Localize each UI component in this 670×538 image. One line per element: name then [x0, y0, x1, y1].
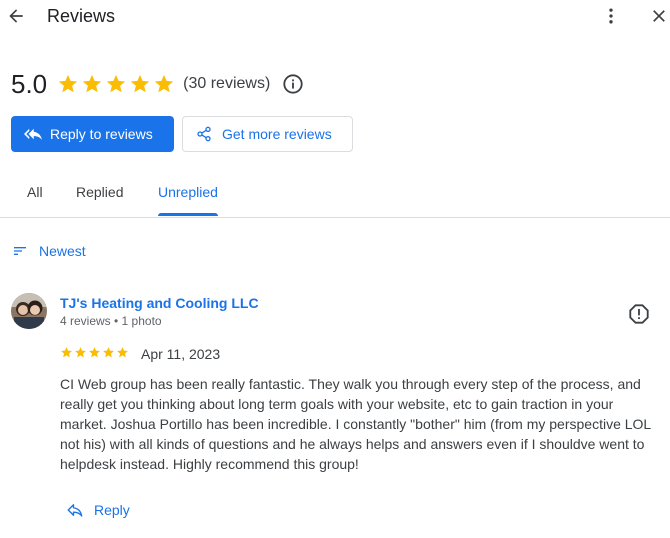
- reviews-panel: Reviews 5.0 (30 reviews) Reply to review…: [0, 0, 670, 538]
- page-title: Reviews: [47, 6, 116, 26]
- sort-label: Newest: [39, 243, 86, 259]
- close-icon: [649, 6, 669, 26]
- star-icon: [103, 347, 114, 358]
- reply-to-reviews-button[interactable]: Reply to reviews: [11, 116, 174, 152]
- reply-to-reviews-label: Reply to reviews: [50, 126, 153, 142]
- reviewer-meta: 4 reviews • 1 photo: [60, 314, 162, 328]
- get-more-reviews-label: Get more reviews: [222, 126, 332, 142]
- reply-button[interactable]: Reply: [66, 498, 130, 522]
- arrow-back-icon: [6, 6, 26, 26]
- star-icon: [75, 347, 86, 358]
- top-bar: Reviews: [0, 0, 670, 34]
- star-icon: [82, 74, 102, 93]
- star-icon: [117, 347, 128, 358]
- more-options-button[interactable]: [600, 4, 622, 28]
- tab-replied[interactable]: Replied: [76, 168, 123, 216]
- sort-button[interactable]: Newest: [12, 240, 86, 262]
- report-icon: [629, 304, 649, 324]
- tab-unreplied[interactable]: Unreplied: [158, 168, 218, 216]
- reviewer-name[interactable]: TJ's Heating and Cooling LLC: [60, 295, 259, 311]
- review-date: Apr 11, 2023: [141, 346, 221, 362]
- get-more-reviews-button[interactable]: Get more reviews: [182, 116, 353, 152]
- reply-icon: [66, 501, 84, 519]
- star-icon: [58, 74, 78, 93]
- back-button[interactable]: [4, 4, 28, 28]
- sort-icon: [12, 243, 28, 259]
- rating-summary: 5.0 (30 reviews): [11, 66, 304, 102]
- avatar[interactable]: [11, 293, 47, 329]
- review-star-rating: [60, 346, 129, 359]
- reply-label: Reply: [94, 502, 130, 518]
- review-filter-tabs: All Replied Unreplied: [0, 168, 670, 218]
- star-rating: [57, 73, 175, 95]
- close-button[interactable]: [648, 4, 670, 28]
- star-icon: [130, 74, 150, 93]
- review-count: (30 reviews): [183, 75, 271, 92]
- star-icon: [89, 347, 100, 358]
- star-icon: [61, 347, 72, 358]
- info-button[interactable]: [282, 73, 304, 95]
- star-icon: [106, 74, 126, 93]
- tab-all[interactable]: All: [27, 168, 43, 216]
- more-vert-icon: [601, 6, 621, 26]
- report-review-button[interactable]: [627, 302, 651, 326]
- review-text: CI Web group has been really fantastic. …: [60, 376, 651, 472]
- share-icon: [196, 126, 212, 142]
- reply-all-icon: [24, 125, 42, 143]
- info-icon: [283, 74, 303, 94]
- star-icon: [154, 74, 174, 93]
- average-rating: 5.0: [11, 68, 48, 99]
